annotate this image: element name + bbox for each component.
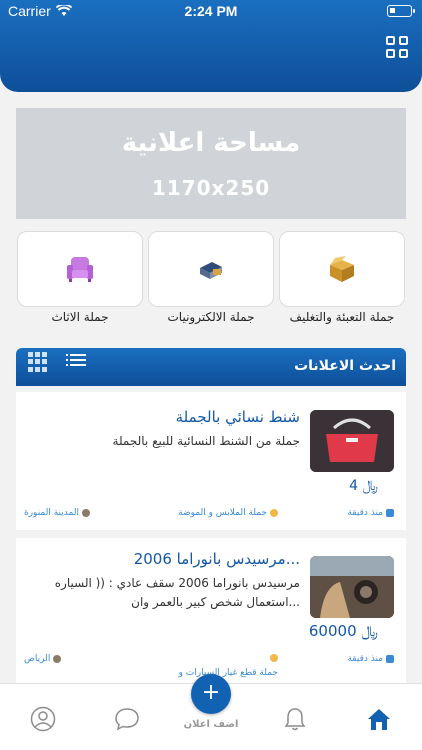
ad-banner-title: مساحة اعلانية <box>121 127 301 158</box>
category-electronics-label: جملة الالكترونيات <box>167 310 255 324</box>
location-icon <box>81 509 90 517</box>
ad-thumbnail <box>310 410 394 472</box>
add-ad-label: اضف اعلان <box>183 719 239 730</box>
status-bar: Carrier 2:24 PM <box>0 0 422 22</box>
ad-thumbnail <box>310 556 394 618</box>
ad-price: 4 ﷼ <box>349 478 378 494</box>
electronics-icon <box>200 262 222 279</box>
app-header: Carrier 2:24 PM <box>0 0 422 92</box>
category-packaging-label: جملة التعبئة والتغليف <box>289 310 395 324</box>
list-view-icon[interactable] <box>70 354 86 366</box>
grid-menu-icon[interactable] <box>386 36 408 58</box>
ad-card[interactable]: مرسيدس بانوراما 2006... مرسيدس بانوراما … <box>16 538 406 694</box>
home-icon[interactable] <box>366 706 392 732</box>
handbag-image <box>310 410 394 472</box>
ad-banner[interactable]: مساحة اعلانية 1170x250 <box>16 108 406 219</box>
grid-view-icon[interactable] <box>28 352 48 372</box>
battery-icon <box>387 5 415 17</box>
latest-ads-header: احدث الاعلانات <box>16 348 406 386</box>
ad-price: 60000 ﷼ <box>308 622 378 640</box>
ad-city: الرياض <box>24 654 62 664</box>
clock-icon <box>386 655 394 663</box>
clock-icon <box>386 509 394 517</box>
box-icon <box>330 256 354 282</box>
profile-icon[interactable] <box>30 706 56 732</box>
ad-title[interactable]: شنط نسائي بالجملة <box>40 408 300 426</box>
category-packaging[interactable] <box>279 231 405 307</box>
ad-description: جملة من الشنط النسائية للبيع بالجملة <box>112 434 300 448</box>
ad-banner-size: 1170x250 <box>151 175 271 200</box>
tag-icon <box>270 654 278 662</box>
status-time: 2:24 PM <box>184 3 238 19</box>
ad-title[interactable]: مرسيدس بانوراما 2006... <box>40 550 300 568</box>
category-furniture[interactable] <box>17 231 143 307</box>
ad-time: منذ دقيقة <box>347 654 394 664</box>
ad-description: مرسيدس بانوراما 2006 سقف عادي : (( السيا… <box>54 576 300 609</box>
ad-city: المدينة المنورة <box>24 508 90 518</box>
chat-icon[interactable] <box>114 706 140 732</box>
add-ad-button[interactable]: + <box>191 674 231 714</box>
car-interior-image <box>310 556 394 618</box>
latest-ads-title: احدث الاعلانات <box>294 358 396 374</box>
category-electronics[interactable] <box>148 231 274 307</box>
ad-card[interactable]: شنط نسائي بالجملة جملة من الشنط النسائية… <box>16 392 406 530</box>
location-icon <box>53 655 62 663</box>
category-furniture-label: جملة الاثاث <box>51 310 109 324</box>
tag-icon <box>270 509 278 517</box>
ad-time: منذ دقيقة <box>347 508 394 518</box>
ad-category: جملة الملابس و الموضة <box>178 508 278 518</box>
armchair-icon <box>67 257 93 282</box>
bell-icon[interactable] <box>283 706 307 732</box>
